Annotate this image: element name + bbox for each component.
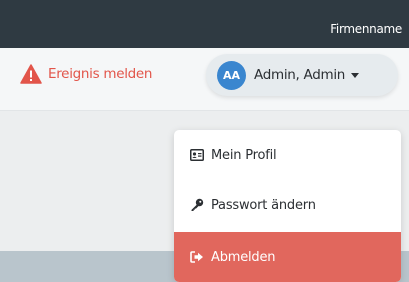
- avatar: AA: [217, 60, 246, 90]
- menu-item-my-profile[interactable]: Mein Profil: [174, 130, 401, 180]
- menu-item-change-password[interactable]: Passwort ändern: [174, 180, 401, 230]
- company-name: Firmenname: [330, 22, 402, 36]
- id-card-icon: [190, 148, 204, 162]
- user-dropdown-menu: Mein Profil Passwort ändern Abmelden: [174, 130, 401, 282]
- menu-item-label: Mein Profil: [211, 147, 277, 163]
- key-icon: [190, 198, 204, 212]
- user-name: Admin, Admin: [254, 67, 346, 83]
- caret-down-icon: [351, 72, 360, 78]
- header-bar: Ereignis melden AA Admin, Admin: [0, 48, 409, 111]
- report-event-label: Ereignis melden: [48, 66, 153, 82]
- menu-item-label: Abmelden: [211, 249, 276, 265]
- top-bar: Firmenname: [0, 0, 409, 48]
- menu-item-logout[interactable]: Abmelden: [174, 232, 401, 282]
- report-event-button[interactable]: Ereignis melden: [20, 64, 152, 84]
- warning-triangle-icon: [20, 64, 42, 84]
- user-menu-button[interactable]: AA Admin, Admin: [206, 54, 398, 96]
- menu-item-label: Passwort ändern: [211, 197, 316, 213]
- sign-out-icon: [190, 250, 204, 264]
